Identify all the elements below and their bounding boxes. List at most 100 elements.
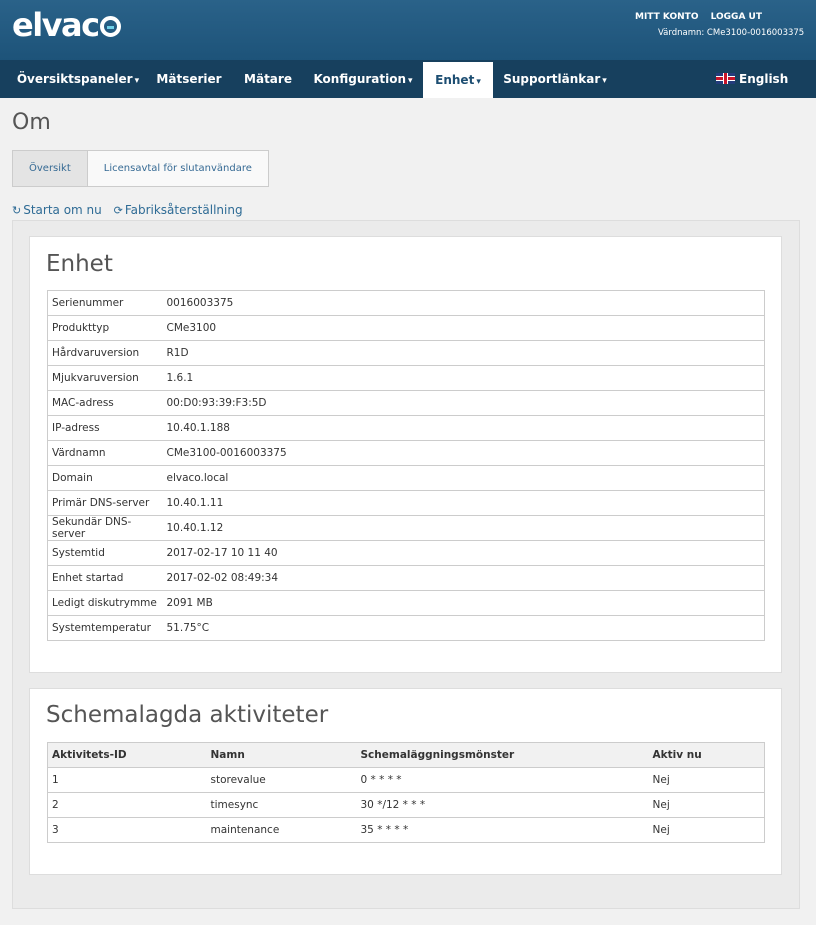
col-pattern: Schemaläggningsmönster bbox=[356, 742, 649, 768]
my-account-link[interactable]: MITT KONTO bbox=[635, 12, 698, 22]
device-info-table: Serienummer 0016003375 Produkttyp CMe3100 Hå… bbox=[47, 290, 765, 641]
info-value: CMe3100-0016003375 bbox=[162, 440, 765, 466]
factory-reset-label: Fabriksåterställning bbox=[124, 203, 243, 217]
caret-down-icon: ▾ bbox=[476, 77, 481, 87]
active-cell: Nej bbox=[648, 817, 765, 843]
info-label: IP-adress bbox=[47, 415, 163, 441]
caret-down-icon: ▾ bbox=[134, 76, 140, 86]
device-info-row: Domain elvaco.local bbox=[47, 465, 765, 491]
restart-icon: ↻ bbox=[12, 204, 22, 217]
device-info-row: Hårdvaruversion R1D bbox=[47, 340, 765, 366]
device-info-row: IP-adress 10.40.1.188 bbox=[47, 415, 765, 441]
table-row: 3 maintenance 35 * * * * Nej bbox=[47, 817, 765, 843]
info-value: 2017-02-02 08:49:34 bbox=[162, 565, 765, 591]
info-value: 10.40.1.188 bbox=[162, 415, 765, 441]
pattern-cell: 0 * * * * bbox=[356, 767, 649, 793]
info-label: Primär DNS-server bbox=[47, 490, 163, 516]
device-info-row: Primär DNS-server 10.40.1.11 bbox=[47, 490, 765, 516]
app-header: elvac MITT KONTO LOGGA UT Värdnamn: CMe3… bbox=[0, 0, 816, 60]
info-value: 51.75°C bbox=[162, 615, 765, 641]
tab-oversikt[interactable]: Översikt bbox=[13, 151, 88, 186]
logo-text: elvac bbox=[12, 6, 100, 44]
schedule-table: Aktivitets-ID Namn Schemaläggningsmönste… bbox=[47, 742, 765, 843]
language-selector[interactable]: English bbox=[716, 60, 788, 98]
activity-id-cell: 1 bbox=[47, 767, 207, 793]
device-info-row: MAC-adress 00:D0:93:39:F3:5D bbox=[47, 390, 765, 416]
info-value: R1D bbox=[162, 340, 765, 366]
device-info-row: Systemtemperatur 51.75°C bbox=[47, 615, 765, 641]
info-value: 10.40.1.12 bbox=[162, 515, 765, 541]
info-label: Ledigt diskutrymme bbox=[47, 590, 163, 616]
device-info-row: Enhet startad 2017-02-02 08:49:34 bbox=[47, 565, 765, 591]
nav-item-matserier[interactable]: Mätserier bbox=[150, 60, 228, 98]
active-cell: Nej bbox=[648, 767, 765, 793]
page-title: Om bbox=[12, 110, 51, 135]
device-actions: ↻ Starta om nu ⟳ Fabriksåterställning bbox=[12, 203, 251, 217]
schedule-panel-title: Schemalagda aktiviteter bbox=[46, 702, 329, 728]
col-active: Aktiv nu bbox=[648, 742, 765, 768]
schedule-panel: Schemalagda aktiviteter Aktivitets-ID Na… bbox=[29, 688, 782, 875]
pattern-cell: 30 */12 * * * bbox=[356, 792, 649, 818]
info-label: Domain bbox=[47, 465, 163, 491]
nav-item-oversiktspaneler[interactable]: Översiktspaneler ▾ bbox=[14, 60, 142, 98]
info-value: 0016003375 bbox=[162, 290, 765, 316]
tab-license[interactable]: Licensavtal för slutanvändare bbox=[88, 151, 268, 186]
col-activity-id: Aktivitets-ID bbox=[47, 742, 207, 768]
restart-link[interactable]: ↻ Starta om nu bbox=[12, 203, 102, 217]
info-label: Systemtemperatur bbox=[47, 615, 163, 641]
main-nav: Översiktspaneler ▾ Mätserier Mätare Konfi… bbox=[0, 60, 816, 98]
nav-item-matare[interactable]: Mätare bbox=[236, 60, 300, 98]
caret-down-icon: ▾ bbox=[408, 76, 413, 86]
caret-down-icon: ▾ bbox=[602, 76, 607, 86]
factory-reset-link[interactable]: ⟳ Fabriksåterställning bbox=[114, 203, 243, 217]
nav-label: Konfiguration bbox=[313, 72, 407, 86]
name-cell: storevalue bbox=[206, 767, 357, 793]
device-info-row: Produkttyp CMe3100 bbox=[47, 315, 765, 341]
col-name: Namn bbox=[206, 742, 357, 768]
activity-id-cell: 2 bbox=[47, 792, 207, 818]
info-label: Systemtid bbox=[47, 540, 163, 566]
schedule-header-row: Aktivitets-ID Namn Schemaläggningsmönste… bbox=[47, 742, 765, 768]
nav-item-konfiguration[interactable]: Konfiguration ▾ bbox=[310, 60, 416, 98]
about-tabs: Översikt Licensavtal för slutanvändare bbox=[12, 150, 269, 187]
nav-label: Översiktspaneler bbox=[16, 72, 133, 86]
info-label: Sekundär DNS-server bbox=[47, 515, 163, 541]
device-info-row: Serienummer 0016003375 bbox=[47, 290, 765, 316]
nav-item-enhet[interactable]: Enhet ▾ bbox=[423, 62, 493, 98]
info-label: Hårdvaruversion bbox=[47, 340, 163, 366]
account-links: MITT KONTO LOGGA UT bbox=[626, 12, 762, 22]
nav-label: Supportlänkar bbox=[503, 72, 601, 86]
info-value: 00:D0:93:39:F3:5D bbox=[162, 390, 765, 416]
nav-label: Enhet bbox=[435, 73, 475, 87]
nav-item-supportlankar[interactable]: Supportlänkar ▾ bbox=[502, 60, 608, 98]
info-label: MAC-adress bbox=[47, 390, 163, 416]
language-label: English bbox=[739, 72, 789, 86]
device-panel-title: Enhet bbox=[46, 251, 113, 277]
hostname-label: Värdnamn: CMe3100-0016003375 bbox=[658, 28, 805, 38]
restart-label: Starta om nu bbox=[23, 203, 102, 217]
table-row: 2 timesync 30 */12 * * * Nej bbox=[47, 792, 765, 818]
pattern-cell: 35 * * * * bbox=[356, 817, 649, 843]
table-row: 1 storevalue 0 * * * * Nej bbox=[47, 767, 765, 793]
device-info-row: Systemtid 2017-02-17 10 11 40 bbox=[47, 540, 765, 566]
logo-o-mark bbox=[99, 16, 121, 37]
logout-link[interactable]: LOGGA UT bbox=[711, 12, 762, 22]
device-info-row: Ledigt diskutrymme 2091 MB bbox=[47, 590, 765, 616]
elvaco-logo[interactable]: elvac bbox=[12, 6, 121, 44]
device-info-row: Mjukvaruversion 1.6.1 bbox=[47, 365, 765, 391]
info-value: elvaco.local bbox=[162, 465, 765, 491]
info-label: Serienummer bbox=[47, 290, 163, 316]
name-cell: timesync bbox=[206, 792, 357, 818]
info-value: 1.6.1 bbox=[162, 365, 765, 391]
info-label: Värdnamn bbox=[47, 440, 163, 466]
factory-reset-icon: ⟳ bbox=[113, 204, 123, 217]
info-label: Mjukvaruversion bbox=[47, 365, 163, 391]
device-info-row: Sekundär DNS-server 10.40.1.12 bbox=[47, 515, 765, 541]
uk-flag-icon bbox=[716, 73, 735, 84]
name-cell: maintenance bbox=[206, 817, 357, 843]
device-info-row: Värdnamn CMe3100-0016003375 bbox=[47, 440, 765, 466]
info-label: Produkttyp bbox=[47, 315, 163, 341]
activity-id-cell: 3 bbox=[47, 817, 207, 843]
info-value: 2017-02-17 10 11 40 bbox=[162, 540, 765, 566]
info-value: CMe3100 bbox=[162, 315, 765, 341]
